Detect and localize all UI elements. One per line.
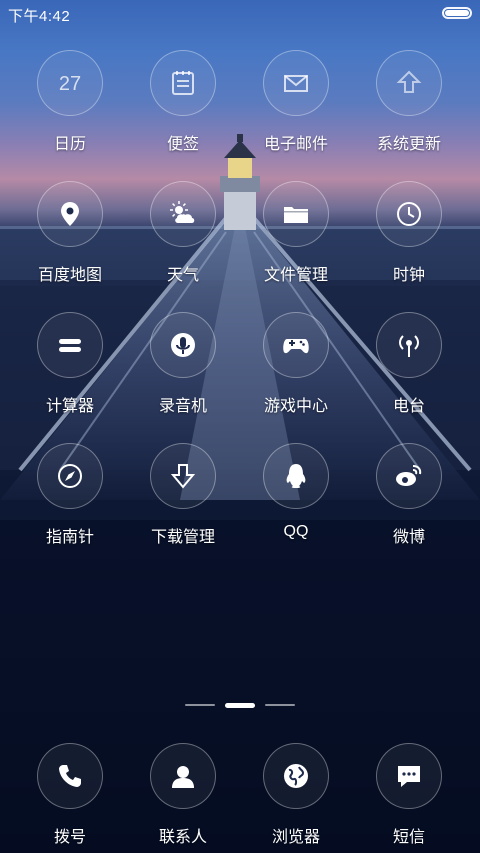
app-gamepad[interactable]: 游戏中心 bbox=[241, 312, 355, 422]
page-dot[interactable] bbox=[265, 704, 295, 706]
status-bar: 下午4:42 bbox=[0, 0, 480, 28]
clock-icon bbox=[376, 181, 442, 247]
app-label: 游戏中心 bbox=[263, 398, 328, 415]
weibo-icon bbox=[376, 443, 442, 509]
browser-icon bbox=[263, 743, 329, 809]
app-download[interactable]: 下载管理 bbox=[128, 443, 242, 553]
weather-icon bbox=[150, 181, 216, 247]
app-label: 电台 bbox=[392, 398, 425, 415]
app-notes[interactable]: 便签 bbox=[128, 50, 242, 160]
radio-icon bbox=[376, 312, 442, 378]
app-radio[interactable]: 电台 bbox=[354, 312, 468, 422]
notes-icon bbox=[150, 50, 216, 116]
app-qq[interactable]: QQ bbox=[241, 443, 355, 553]
app-recorder[interactable]: 录音机 bbox=[128, 312, 242, 422]
app-label: 微博 bbox=[392, 529, 425, 546]
app-sms[interactable]: 短信 bbox=[354, 743, 468, 853]
contacts-icon bbox=[150, 743, 216, 809]
status-time: 下午4:42 bbox=[8, 8, 71, 25]
system-update-icon bbox=[376, 50, 442, 116]
dock: 拨号 联系人 浏览器 短信 bbox=[0, 743, 480, 853]
app-weibo[interactable]: 微博 bbox=[354, 443, 468, 553]
page-indicator bbox=[0, 703, 480, 710]
app-label: 系统更新 bbox=[376, 136, 441, 153]
qq-icon bbox=[263, 443, 329, 509]
app-label: 指南针 bbox=[45, 529, 94, 546]
app-label: 浏览器 bbox=[271, 829, 320, 846]
app-calendar[interactable]: 27 日历 bbox=[15, 50, 129, 160]
app-phone[interactable]: 拨号 bbox=[15, 743, 129, 853]
app-label: 日历 bbox=[53, 136, 86, 153]
sms-icon bbox=[376, 743, 442, 809]
app-map-pin[interactable]: 百度地图 bbox=[15, 181, 129, 291]
compass-icon bbox=[37, 443, 103, 509]
calendar-icon: 27 bbox=[37, 50, 103, 116]
page-dot[interactable] bbox=[225, 703, 255, 708]
app-label: 电子邮件 bbox=[263, 136, 328, 153]
app-label: QQ bbox=[283, 523, 309, 540]
app-weather[interactable]: 天气 bbox=[128, 181, 242, 291]
download-icon bbox=[150, 443, 216, 509]
app-calculator[interactable]: 计算器 bbox=[15, 312, 129, 422]
map-pin-icon bbox=[37, 181, 103, 247]
app-label: 时钟 bbox=[392, 267, 425, 284]
app-system-update[interactable]: 系统更新 bbox=[354, 50, 468, 160]
app-clock[interactable]: 时钟 bbox=[354, 181, 468, 291]
app-contacts[interactable]: 联系人 bbox=[128, 743, 242, 853]
app-label: 下载管理 bbox=[150, 529, 215, 546]
app-label: 百度地图 bbox=[37, 267, 102, 284]
gamepad-icon bbox=[263, 312, 329, 378]
page-dot[interactable] bbox=[185, 704, 215, 706]
app-label: 便签 bbox=[166, 136, 199, 153]
app-compass[interactable]: 指南针 bbox=[15, 443, 129, 553]
app-label: 天气 bbox=[166, 267, 199, 284]
phone-icon bbox=[37, 743, 103, 809]
app-browser[interactable]: 浏览器 bbox=[241, 743, 355, 853]
app-label: 计算器 bbox=[45, 398, 94, 415]
app-label: 文件管理 bbox=[263, 267, 328, 284]
calculator-icon bbox=[37, 312, 103, 378]
app-label: 联系人 bbox=[158, 829, 207, 846]
app-folder[interactable]: 文件管理 bbox=[241, 181, 355, 291]
recorder-icon bbox=[150, 312, 216, 378]
battery-icon bbox=[442, 7, 472, 19]
app-label: 拨号 bbox=[53, 829, 86, 846]
calendar-date-text: 27 bbox=[59, 73, 81, 95]
app-label: 录音机 bbox=[158, 398, 207, 415]
app-email[interactable]: 电子邮件 bbox=[241, 50, 355, 160]
app-label: 短信 bbox=[392, 829, 425, 846]
email-icon bbox=[263, 50, 329, 116]
folder-icon bbox=[263, 181, 329, 247]
